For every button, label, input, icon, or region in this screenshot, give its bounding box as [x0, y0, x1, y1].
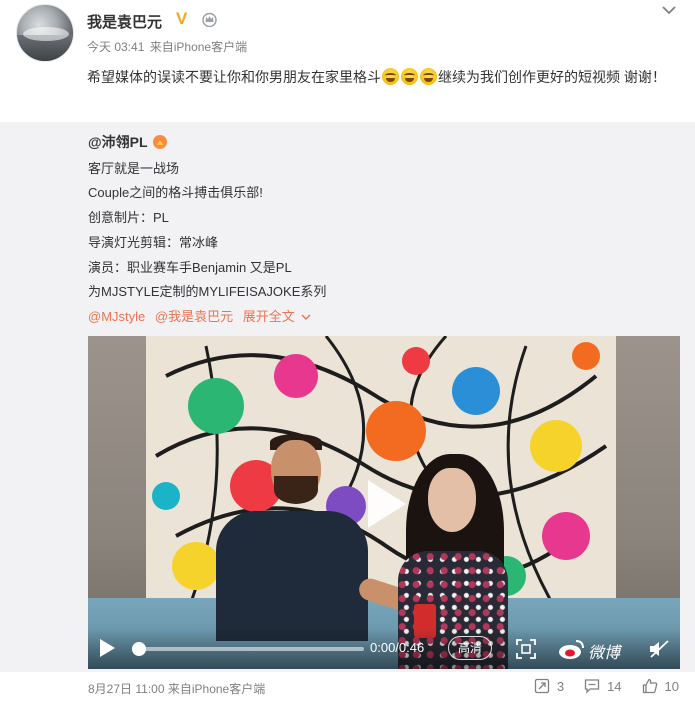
- weibo-post: 我是袁巴元 V 今天 03:41 来自iPhone客户端 希望媒体的误读不要让你…: [0, 0, 695, 704]
- avatar[interactable]: [16, 4, 74, 62]
- laughing-tears-emoji-1: [382, 68, 399, 85]
- chevron-down-icon[interactable]: [661, 4, 677, 16]
- repost-button[interactable]: 3: [534, 678, 564, 694]
- footer-actions: 3 14 10: [514, 678, 679, 694]
- control-play-icon[interactable]: [98, 638, 116, 658]
- repost-author-name[interactable]: @沛翎PL: [88, 134, 148, 150]
- post-source[interactable]: 来自iPhone客户端: [150, 40, 247, 54]
- quality-button[interactable]: 高清: [448, 636, 492, 660]
- avatar-foam: [23, 27, 69, 41]
- footer-date[interactable]: 8月27日 11:00: [88, 682, 165, 696]
- mention-author[interactable]: @我是袁巴元: [155, 309, 233, 324]
- like-count: 10: [664, 678, 679, 694]
- laughing-tears-emoji-2: [401, 68, 418, 85]
- video-player[interactable]: 0:00/0:46 高清 微博: [88, 336, 680, 669]
- play-icon[interactable]: [364, 478, 408, 530]
- repost-line-0: 客厅就是一战场: [88, 161, 180, 176]
- mentions-row: @MJstyle @我是袁巴元 展开全文: [88, 306, 317, 325]
- expand-label: 展开全文: [242, 309, 295, 324]
- expand-full-text[interactable]: 展开全文: [243, 309, 311, 324]
- repost-line-4: 演员：职业赛车手Benjamin 又是PL: [88, 260, 292, 275]
- video-frame-woman-face: [428, 468, 476, 532]
- repost-count: 3: [556, 678, 565, 694]
- repost-author: @沛翎PL: [88, 132, 169, 152]
- repost-line-5: 为MJSTYLE定制的MYLIFEISAJOKE系列: [88, 284, 327, 299]
- fullscreen-icon[interactable]: [516, 639, 536, 659]
- verified-badge: V: [176, 9, 188, 28]
- video-frame-man: [216, 511, 368, 641]
- mute-icon[interactable]: [648, 639, 670, 659]
- footer-meta: 8月27日 11:00 来自iPhone客户端: [88, 680, 265, 697]
- video-controls: 0:00/0:46 高清 微博: [88, 628, 680, 669]
- repost-icon: [534, 678, 549, 694]
- mention-mjstyle[interactable]: @MJstyle: [88, 309, 145, 324]
- post-timestamp[interactable]: 今天 03:41: [87, 40, 144, 54]
- weibo-logo-icon: [559, 640, 584, 659]
- crown-icon[interactable]: [201, 11, 218, 27]
- progress-knob[interactable]: [132, 642, 146, 656]
- like-icon: [642, 678, 657, 694]
- user-name[interactable]: 我是袁巴元: [87, 11, 162, 32]
- footer-source[interactable]: 来自iPhone客户端: [168, 682, 265, 696]
- weibo-watermark: 微博: [588, 645, 621, 662]
- post-meta: 今天 03:41 来自iPhone客户端: [87, 38, 249, 55]
- progress-bar[interactable]: [132, 642, 364, 656]
- chevron-down-icon: [301, 314, 311, 320]
- repost-line-2: 创意制片：PL: [88, 210, 169, 225]
- fire-badge-icon: [152, 135, 167, 149]
- post-text: 希望媒体的误读不要让你和你男朋友在家里格斗 继续为我们创作更好的短视频 谢谢！: [87, 64, 677, 90]
- repost-box: @沛翎PL 客厅就是一战场 Couple之间的格斗搏击俱乐部! 创意制片：PL …: [0, 122, 695, 672]
- comment-icon: [584, 679, 600, 694]
- comment-count: 14: [607, 678, 622, 694]
- laughing-tears-emoji-3: [420, 68, 437, 85]
- repost-line-3: 导演灯光剪辑：常冰峰: [88, 235, 219, 250]
- post-text-part-1: 希望媒体的误读不要让你和你男朋友在家里格斗: [87, 69, 381, 85]
- repost-line-1: Couple之间的格斗搏击俱乐部!: [88, 185, 263, 200]
- time-display: 0:00/0:46: [370, 640, 425, 655]
- like-button[interactable]: 10: [642, 678, 679, 694]
- comment-button[interactable]: 14: [584, 678, 622, 694]
- post-text-part-2: 继续为我们创作更好的短视频 谢谢！: [438, 69, 666, 85]
- video-frame-man-beard: [274, 476, 318, 504]
